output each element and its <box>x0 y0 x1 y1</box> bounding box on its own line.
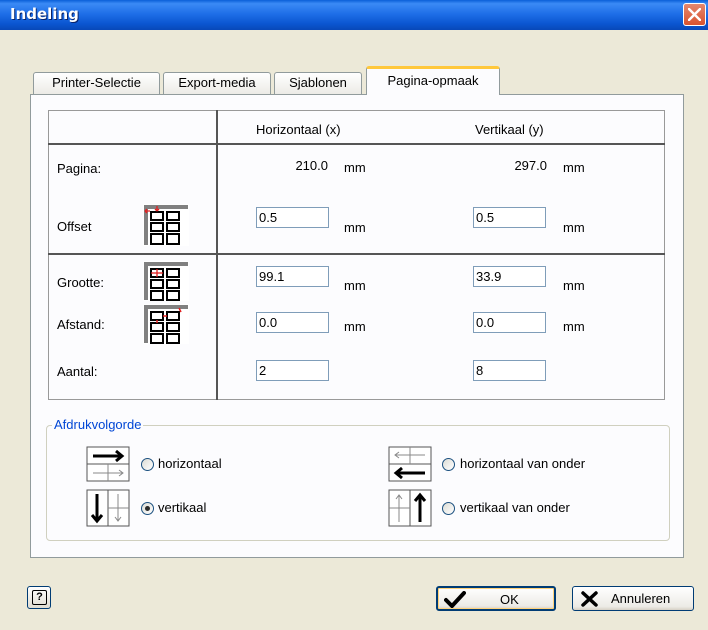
aantal-x-input[interactable] <box>256 360 329 381</box>
tab-printer-selectie[interactable]: Printer-Selectie <box>33 72 160 94</box>
layout-grid <box>48 110 665 400</box>
offset-label: Offset <box>57 219 92 234</box>
grootte-y-input[interactable] <box>473 266 546 287</box>
pagina-height-unit: mm <box>563 160 585 175</box>
ok-button[interactable]: OK <box>436 586 556 611</box>
window-title: Indeling <box>10 5 79 23</box>
cross-icon <box>581 591 598 607</box>
print-order-title: Afdrukvolgorde <box>52 417 144 432</box>
grootte-x-input[interactable] <box>256 266 329 287</box>
label-vertikaal-van-onder: vertikaal van onder <box>460 500 570 515</box>
grid-divider-middle <box>48 253 665 255</box>
horizontal-order-icon <box>86 446 130 482</box>
ok-label: OK <box>500 592 519 607</box>
pagina-height-value: 297.0 <box>514 158 547 173</box>
radio-vertikaal[interactable] <box>141 502 154 515</box>
grootte-x-unit: mm <box>344 278 366 293</box>
vertical-order-icon <box>86 489 130 527</box>
pagina-label: Pagina: <box>57 161 102 176</box>
help-button[interactable]: ? <box>27 586 51 609</box>
cancel-button[interactable]: Annuleren <box>572 586 694 611</box>
afstand-x-unit: mm <box>344 319 366 334</box>
tab-sjablonen[interactable]: Sjablonen <box>274 72 362 94</box>
checkmark-icon <box>444 591 466 608</box>
close-button[interactable] <box>683 3 706 26</box>
offset-y-input[interactable] <box>473 207 546 228</box>
radio-horizontaal-van-onder[interactable] <box>442 458 455 471</box>
grid-divider-vertical <box>216 110 218 400</box>
close-icon <box>688 8 701 21</box>
aantal-label: Aantal: <box>57 364 98 379</box>
spacing-grid-icon <box>143 304 189 344</box>
offset-x-unit: mm <box>344 220 366 235</box>
afstand-y-unit: mm <box>563 319 585 334</box>
offset-x-input[interactable] <box>256 207 329 228</box>
cancel-label: Annuleren <box>611 591 671 606</box>
grootte-label: Grootte: <box>57 275 104 290</box>
pagina-width-unit: mm <box>344 160 366 175</box>
afstand-y-input[interactable] <box>473 312 546 333</box>
label-horizontaal: horizontaal <box>158 456 222 471</box>
title-bar[interactable]: Indeling <box>0 0 708 30</box>
grid-divider-header <box>48 143 665 145</box>
aantal-y-input[interactable] <box>473 360 546 381</box>
afstand-label: Afstand: <box>57 317 105 332</box>
pagina-width-value: 210.0 <box>295 158 328 173</box>
dialog-window: Indeling Printer-Selectie Export-media S… <box>0 0 708 630</box>
radio-vertikaal-van-onder[interactable] <box>442 502 455 515</box>
tab-export-media[interactable]: Export-media <box>163 72 271 94</box>
horizontal-from-bottom-icon <box>388 446 432 482</box>
vertical-from-bottom-icon <box>388 489 432 527</box>
label-horizontaal-van-onder: horizontaal van onder <box>460 456 586 471</box>
label-vertikaal: vertikaal <box>158 500 207 515</box>
help-icon: ? <box>32 590 47 605</box>
print-order-group <box>46 425 670 541</box>
radio-horizontaal[interactable] <box>141 458 154 471</box>
afstand-x-input[interactable] <box>256 312 329 333</box>
column-header-vertical: Vertikaal (y) <box>475 122 544 137</box>
grootte-y-unit: mm <box>563 278 585 293</box>
offset-y-unit: mm <box>563 220 585 235</box>
offset-grid-icon <box>143 204 189 246</box>
size-grid-icon <box>143 261 189 301</box>
column-header-horizontal: Horizontaal (x) <box>256 122 341 137</box>
tab-pagina-opmaak[interactable]: Pagina-opmaak <box>366 66 500 95</box>
